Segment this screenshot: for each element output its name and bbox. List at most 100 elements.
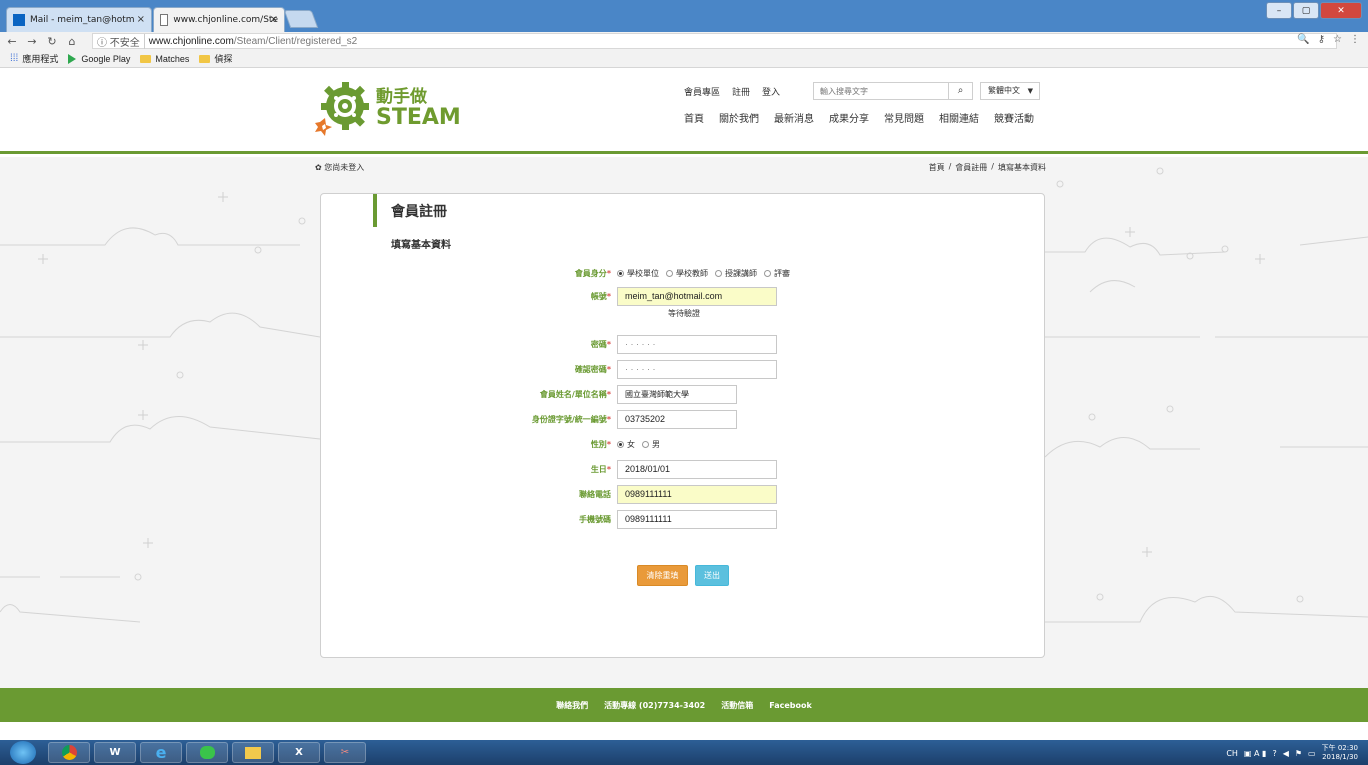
page-body: ✿ 您尚未登入 首頁 / 會員註冊 / 填寫基本資料 會員註冊 填寫基本資料 會…	[0, 157, 1368, 688]
search-icon[interactable]: ⌕	[948, 83, 972, 99]
start-button[interactable]	[10, 741, 36, 764]
chrome-taskbar-icon[interactable]	[48, 742, 90, 763]
site-logo[interactable]: 動手做 STEAM	[312, 78, 461, 140]
breadcrumb-home[interactable]: 首頁	[929, 162, 945, 173]
url-field[interactable]: ⓘ 不安全 www.chjonline.com /Steam/Client/re…	[92, 33, 1337, 49]
footer-facebook-link[interactable]: Facebook	[769, 701, 812, 710]
tab-chjonline-label: www.chjonline.com/Ste	[173, 15, 278, 25]
id-number-label: 身份證字號/統一編號	[531, 414, 607, 424]
nav-contests[interactable]: 競賽活動	[994, 110, 1034, 125]
bookmark-google-play[interactable]: Google Play	[68, 53, 131, 64]
reset-button[interactable]: 清除重填	[637, 565, 688, 586]
top-links: 會員專區 註冊 登入	[684, 85, 792, 98]
phone-row: 聯絡電話 0989111111	[321, 484, 1046, 504]
help-icon[interactable]: ?	[1272, 749, 1276, 758]
breadcrumb-register[interactable]: 會員註冊	[955, 162, 987, 173]
url-domain: www.chjonline.com	[148, 35, 234, 47]
breadcrumb: 首頁 / 會員註冊 / 填寫基本資料	[929, 162, 1046, 173]
bookmark-label: Matches	[155, 53, 190, 64]
name-row: 會員姓名/單位名稱* 國立臺灣師範大學	[321, 384, 1046, 404]
line-taskbar-icon[interactable]	[186, 742, 228, 763]
logo-line-2: STEAM	[376, 105, 461, 130]
registration-card: 會員註冊 填寫基本資料 會員身分* 學校單位 學校教師 授課講師 評審 帳號* …	[320, 193, 1045, 658]
new-tab-button[interactable]	[283, 10, 319, 28]
maximize-button[interactable]: ▢	[1293, 2, 1319, 19]
login-link[interactable]: 登入	[762, 85, 780, 98]
clock-date: 2018/1/30	[1322, 753, 1358, 761]
volume-icon[interactable]: ◀	[1283, 749, 1289, 758]
footer-email-link[interactable]: 活動信箱	[721, 700, 753, 711]
nav-news[interactable]: 最新消息	[774, 110, 814, 125]
close-icon[interactable]: ×	[270, 14, 278, 25]
back-icon[interactable]: ←	[4, 35, 20, 48]
mobile-field[interactable]: 0989111111	[617, 509, 777, 529]
phone-field[interactable]: 0989111111	[617, 484, 777, 504]
window-controls: – ▢ ✕	[1266, 2, 1362, 19]
key-icon[interactable]: ⚷	[1318, 34, 1325, 45]
explorer-taskbar-icon[interactable]	[232, 742, 274, 763]
search-input[interactable]	[814, 83, 944, 99]
google-play-icon	[68, 53, 77, 64]
gender-male-radio[interactable]: 男	[642, 439, 660, 450]
page-icon	[160, 14, 169, 26]
bookmark-detective[interactable]: 偵探	[199, 52, 232, 65]
radio-icon	[642, 440, 649, 448]
required-mark: *	[606, 389, 611, 399]
gender-female-radio[interactable]: 女	[617, 439, 635, 450]
network-icon[interactable]: ▭	[1308, 749, 1316, 758]
footer-contact-link[interactable]: 聯絡我們	[556, 700, 588, 711]
flag-icon[interactable]: ⚑	[1295, 749, 1302, 758]
identity-judge-radio[interactable]: 評審	[764, 268, 790, 279]
register-link[interactable]: 註冊	[732, 85, 750, 98]
nav-home[interactable]: 首頁	[684, 110, 704, 125]
star-icon[interactable]: ☆	[1333, 34, 1342, 45]
language-bar-icon[interactable]: ▣ A ▮	[1244, 749, 1267, 758]
nav-faq[interactable]: 常見問題	[884, 110, 924, 125]
id-number-row: 身份證字號/統一編號* 03735202	[321, 409, 1046, 429]
nav-about[interactable]: 關於我們	[719, 110, 759, 125]
bookmark-apps[interactable]: ⁞⁞⁞ 應用程式	[10, 52, 58, 65]
close-icon[interactable]: ×	[137, 14, 145, 25]
ime-indicator[interactable]: CH	[1226, 749, 1238, 758]
bookmark-label: Google Play	[81, 53, 131, 64]
tab-mail[interactable]: Mail - meim_tan@hotm ×	[6, 7, 152, 32]
password-field[interactable]: · · · · · ·	[617, 334, 777, 354]
site-header: 動手做 STEAM 會員專區 註冊 登入 ⌕ 繁體中文 ▼ 首頁 關於我們 最新…	[0, 68, 1368, 154]
radio-label: 女	[627, 439, 635, 449]
nav-links[interactable]: 相關連結	[939, 110, 979, 125]
page-title: 會員註冊	[373, 194, 447, 227]
name-field[interactable]: 國立臺灣師範大學	[617, 384, 737, 404]
identity-lecturer-radio[interactable]: 授課講師	[715, 268, 757, 279]
bookmark-matches[interactable]: Matches	[140, 54, 189, 64]
close-window-button[interactable]: ✕	[1320, 2, 1362, 19]
reload-icon[interactable]: ↻	[44, 35, 60, 48]
mobile-row: 手機號碼 0989111111	[321, 509, 1046, 529]
tab-mail-label: Mail - meim_tan@hotm	[30, 15, 135, 25]
required-mark: *	[606, 339, 611, 349]
minimize-button[interactable]: –	[1266, 2, 1292, 19]
id-number-field[interactable]: 03735202	[617, 409, 737, 429]
snipping-tool-taskbar-icon[interactable]: ✂	[324, 742, 366, 763]
word-taskbar-icon[interactable]: W	[94, 742, 136, 763]
bookmark-label: 偵探	[214, 54, 233, 64]
submit-button[interactable]: 送出	[695, 565, 729, 586]
excel-taskbar-icon[interactable]: X	[278, 742, 320, 763]
account-field[interactable]: meim_tan@hotmail.com	[617, 286, 777, 306]
home-icon[interactable]: ⌂	[64, 35, 80, 48]
birthday-label: 生日	[590, 464, 607, 474]
clock[interactable]: 下午 02:30 2018/1/30	[1322, 744, 1358, 762]
nav-showcase[interactable]: 成果分享	[829, 110, 869, 125]
menu-icon[interactable]: ⋮	[1350, 34, 1360, 45]
member-area-link[interactable]: 會員專區	[684, 85, 720, 98]
birthday-field[interactable]: 2018/01/01	[617, 459, 777, 479]
identity-teacher-radio[interactable]: 學校教師	[666, 268, 708, 279]
forward-icon[interactable]: →	[24, 35, 40, 48]
confirm-password-field[interactable]: · · · · · ·	[617, 359, 777, 379]
identity-school-radio[interactable]: 學校單位	[617, 268, 659, 279]
security-indicator[interactable]: ⓘ 不安全	[93, 33, 145, 49]
radio-label: 學校單位	[627, 268, 659, 278]
zoom-icon[interactable]: 🔍	[1297, 34, 1309, 45]
language-select[interactable]: 繁體中文 ▼	[980, 82, 1040, 100]
ie-taskbar-icon[interactable]: e	[140, 742, 182, 763]
tab-chjonline[interactable]: www.chjonline.com/Ste ×	[153, 7, 285, 32]
